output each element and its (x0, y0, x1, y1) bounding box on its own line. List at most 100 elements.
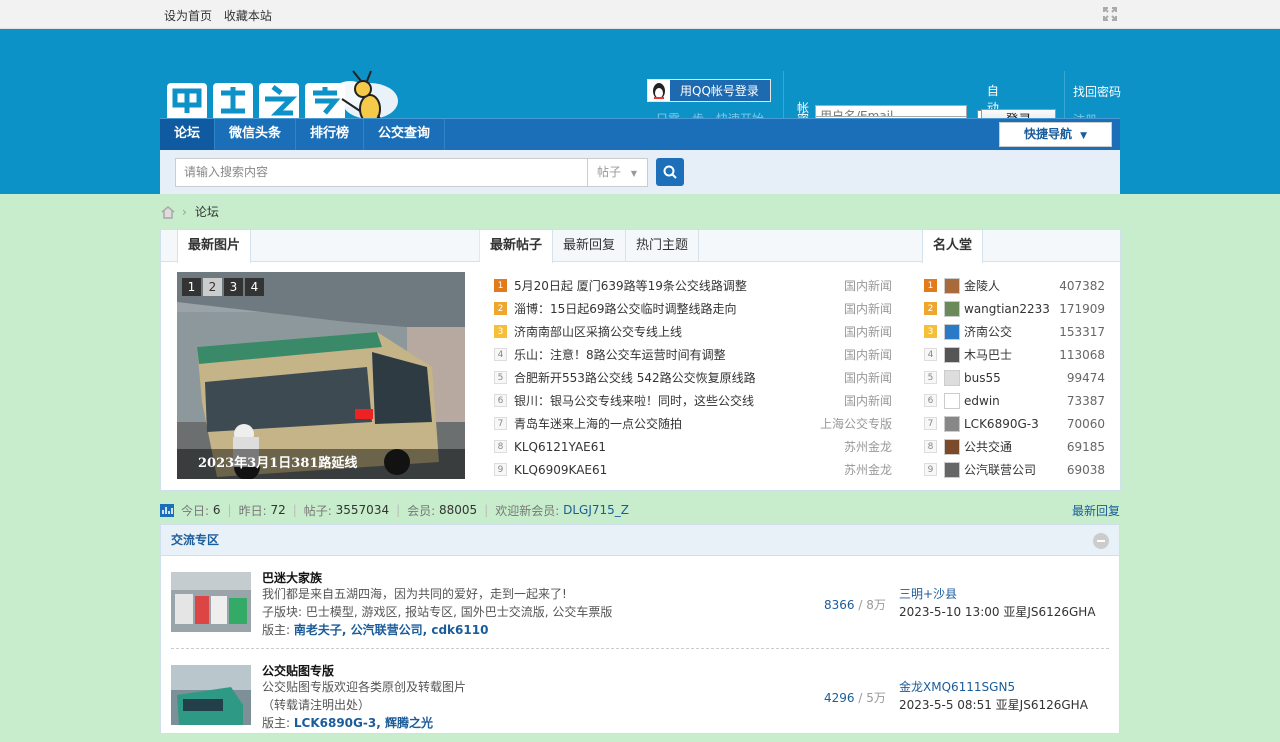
post-category[interactable]: 苏州金龙 (844, 461, 892, 478)
moderator-links[interactable]: LCK6890G-3, 辉腾之光 (294, 716, 433, 730)
fullscreen-icon[interactable] (1102, 6, 1118, 22)
post-category[interactable]: 国内新闻 (844, 392, 892, 409)
forum-name[interactable]: 公交贴图专版 (262, 662, 334, 679)
member-item[interactable]: 1 金陵人 407382 (924, 274, 1105, 297)
post-category[interactable]: 上海公交专版 (820, 415, 892, 432)
tab-hot-topics[interactable]: 热门主题 (626, 230, 700, 262)
member-item[interactable]: 3 济南公交 153317 (924, 320, 1105, 343)
search-button[interactable] (656, 158, 684, 186)
breadcrumb-current[interactable]: 论坛 (195, 203, 219, 220)
latest-reply-link[interactable]: 最新回复 (1072, 502, 1120, 519)
post-item[interactable]: 7 青岛车迷来上海的一点公交随拍 上海公交专版 (494, 412, 892, 435)
member-name[interactable]: wangtian2233 (964, 302, 1059, 316)
post-title[interactable]: 青岛车迷来上海的一点公交随拍 (514, 415, 820, 432)
search-type-select[interactable]: 帖子 ▼ (588, 158, 648, 187)
member-item[interactable]: 4 木马巴士 113068 (924, 343, 1105, 366)
member-name[interactable]: 公汽联营公司 (964, 461, 1067, 478)
post-item[interactable]: 2 淄博：15日起69路公交临时调整线路走向 国内新闻 (494, 297, 892, 320)
forum-description: 公交贴图专版欢迎各类原创及转载图片 （转载请注明出处） 版主: LCK6890G… (262, 678, 466, 732)
avatar[interactable] (944, 323, 960, 340)
avatar[interactable] (944, 300, 960, 317)
member-name[interactable]: bus55 (964, 371, 1067, 385)
last-post-title[interactable]: 三明+沙县 (899, 585, 1096, 603)
post-title[interactable]: 5月20日起 厦门639路等19条公交线路调整 (514, 277, 844, 294)
forum-name[interactable]: 巴迷大家族 (262, 569, 322, 586)
post-category[interactable]: 国内新闻 (844, 346, 892, 363)
member-item[interactable]: 6 edwin 73387 (924, 389, 1105, 412)
post-category[interactable]: 苏州金龙 (844, 438, 892, 455)
avatar[interactable] (944, 415, 960, 432)
member-name[interactable]: 公共交通 (964, 438, 1067, 455)
member-score: 153317 (1059, 324, 1105, 339)
member-item[interactable]: 7 LCK6890G-3 70060 (924, 412, 1105, 435)
post-item[interactable]: 1 5月20日起 厦门639路等19条公交线路调整 国内新闻 (494, 274, 892, 297)
post-category[interactable]: 国内新闻 (844, 369, 892, 386)
image-slideshow[interactable]: 1 2 3 4 2023年3月1日381路延线 (177, 272, 465, 479)
post-category[interactable]: 国内新闻 (844, 277, 892, 294)
collapse-icon[interactable] (1093, 533, 1109, 549)
member-name[interactable]: 木马巴士 (964, 346, 1059, 363)
post-category[interactable]: 国内新闻 (844, 323, 892, 340)
avatar[interactable] (944, 346, 960, 363)
section-title[interactable]: 交流专区 (171, 533, 219, 547)
subforum-links[interactable]: 巴士模型, 游戏区, 报站专区, 国外巴士交流版, 公交车票版 (306, 605, 613, 619)
bookmark-link[interactable]: 收藏本站 (224, 9, 272, 23)
nav-bus-query[interactable]: 公交查询 (364, 119, 446, 150)
new-member-link[interactable]: DLGJ715_Z (563, 503, 629, 517)
post-title[interactable]: KLQ6909KAE61 (514, 463, 844, 477)
post-item[interactable]: 5 合肥新开553路公交线 542路公交恢复原线路 国内新闻 (494, 366, 892, 389)
forum-section: 交流专区 巴迷大家族 我们都是来自五湖四海，因为共同的爱好，走到一起来了! 子版… (160, 524, 1120, 734)
find-password-link[interactable]: 找回密码 (1073, 85, 1133, 99)
post-title[interactable]: 合肥新开553路公交线 542路公交恢复原线路 (514, 369, 844, 386)
home-icon[interactable] (160, 205, 176, 219)
slide-page-4[interactable]: 4 (245, 278, 264, 296)
slide-page-1[interactable]: 1 (182, 278, 201, 296)
search-input[interactable]: 请输入搜索内容 (175, 158, 588, 187)
member-name[interactable]: LCK6890G-3 (964, 417, 1067, 431)
member-item[interactable]: 5 bus55 99474 (924, 366, 1105, 389)
forum-thumbnail[interactable] (171, 665, 251, 725)
avatar[interactable] (944, 438, 960, 455)
nav-forum[interactable]: 论坛 (160, 119, 216, 150)
last-post-info[interactable]: 2023-5-5 08:51 亚星JS6126GHA (899, 696, 1088, 714)
post-title[interactable]: 银川：银马公交专线来啦！同时，这些公交线 (514, 392, 844, 409)
post-item[interactable]: 9 KLQ6909KAE61 苏州金龙 (494, 458, 892, 481)
post-title[interactable]: 淄博：15日起69路公交临时调整线路走向 (514, 300, 844, 317)
post-title[interactable]: KLQ6121YAE61 (514, 440, 844, 454)
post-item[interactable]: 4 乐山：注意！8路公交车运营时间有调整 国内新闻 (494, 343, 892, 366)
set-home-link[interactable]: 设为首页 (164, 9, 212, 23)
tab-latest-replies[interactable]: 最新回复 (553, 230, 627, 262)
post-title[interactable]: 乐山：注意！8路公交车运营时间有调整 (514, 346, 844, 363)
post-item[interactable]: 6 银川：银马公交专线来啦！同时，这些公交线 国内新闻 (494, 389, 892, 412)
member-item[interactable]: 2 wangtian2233 171909 (924, 297, 1105, 320)
member-item[interactable]: 8 公共交通 69185 (924, 435, 1105, 458)
moderator-links[interactable]: 南老夫子, 公汽联营公司, cdk6110 (294, 623, 489, 637)
member-name[interactable]: 金陵人 (964, 277, 1059, 294)
avatar[interactable] (944, 369, 960, 386)
slide-caption[interactable]: 2023年3月1日381路延线 (177, 449, 465, 479)
slide-page-3[interactable]: 3 (224, 278, 243, 296)
section-header: 交流专区 (161, 525, 1119, 556)
post-item[interactable]: 3 济南南部山区采摘公交专线上线 国内新闻 (494, 320, 892, 343)
tab-latest-posts[interactable]: 最新帖子 (480, 230, 554, 263)
nav-wechat[interactable]: 微信头条 (215, 119, 297, 150)
post-title[interactable]: 济南南部山区采摘公交专线上线 (514, 323, 844, 340)
quick-nav-button[interactable]: 快捷导航 ▼ (999, 122, 1112, 147)
last-post-info[interactable]: 2023-5-10 13:00 亚星JS6126GHA (899, 603, 1096, 621)
avatar[interactable] (944, 461, 960, 478)
last-post-title[interactable]: 金龙XMQ6111SGN5 (899, 678, 1088, 696)
tab-hall-of-fame[interactable]: 名人堂 (922, 230, 984, 263)
member-item[interactable]: 9 公汽联营公司 69038 (924, 458, 1105, 481)
slide-page-2[interactable]: 2 (203, 278, 222, 296)
forum-thumbnail[interactable] (171, 572, 251, 632)
post-item[interactable]: 8 KLQ6121YAE61 苏州金龙 (494, 435, 892, 458)
nav-ranking[interactable]: 排行榜 (296, 119, 365, 150)
member-name[interactable]: 济南公交 (964, 323, 1059, 340)
member-name[interactable]: edwin (964, 394, 1067, 408)
avatar[interactable] (944, 392, 960, 409)
tab-latest-images[interactable]: 最新图片 (177, 230, 252, 263)
post-category[interactable]: 国内新闻 (844, 300, 892, 317)
avatar[interactable] (944, 277, 960, 294)
qq-login-button[interactable]: 用QQ帐号登录 (647, 79, 771, 102)
forum-desc-text: 公交贴图专版欢迎各类原创及转载图片 (262, 680, 467, 694)
